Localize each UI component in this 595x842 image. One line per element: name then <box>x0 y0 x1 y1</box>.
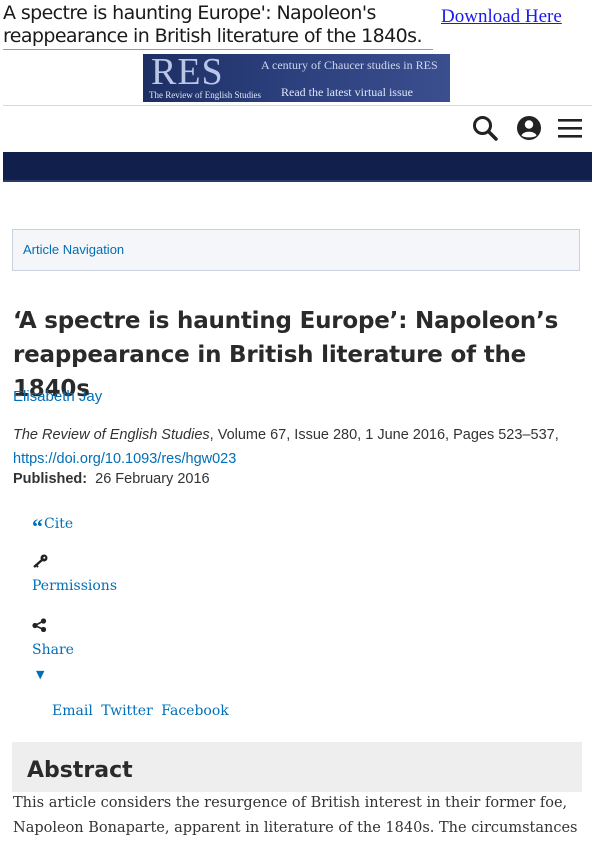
published-label: Published: <box>13 471 88 487</box>
permissions-button[interactable]: Permissions <box>32 578 117 594</box>
doi-link[interactable]: https://doi.org/10.1093/res/hgw023 <box>13 451 236 467</box>
share-email-link[interactable]: Email <box>52 703 93 719</box>
share-button[interactable]: Share <box>32 642 74 658</box>
menu-icon[interactable] <box>556 114 584 142</box>
share-facebook-link[interactable]: Facebook <box>161 703 229 719</box>
quote-icon: “ <box>32 514 43 539</box>
article-navigation-label: Article Navigation <box>23 242 125 257</box>
share-twitter-link[interactable]: Twitter <box>101 703 153 719</box>
banner-headline: A century of Chaucer studies in RES <box>261 58 438 72</box>
share-dropdown-caret[interactable]: ▼ <box>36 668 44 681</box>
search-icon[interactable] <box>471 114 499 142</box>
article-navigation[interactable]: Article Navigation <box>12 229 580 271</box>
key-icon <box>32 554 48 572</box>
banner-logo: RES <box>151 51 224 93</box>
download-link[interactable]: Download Here <box>441 6 562 28</box>
citation: The Review of English Studies, Volume 67… <box>13 423 588 471</box>
document-title: A spectre is haunting Europe': Napoleon'… <box>3 2 433 50</box>
abstract-header: Abstract <box>12 742 582 792</box>
account-icon[interactable] <box>515 114 543 142</box>
published-value: 26 February 2016 <box>95 471 210 487</box>
cite-label: Cite <box>44 516 74 532</box>
navigation-strip <box>3 152 592 182</box>
journal-name: The Review of English Studies <box>13 427 210 443</box>
banner-area: RES The Review of English Studies A cent… <box>3 51 592 106</box>
author-link[interactable]: Elisabeth Jay <box>13 388 102 405</box>
site-toolbar <box>3 106 592 150</box>
share-icon <box>32 618 47 636</box>
abstract-text: This article considers the resurgence of… <box>13 795 578 836</box>
abstract-heading: Abstract <box>27 758 133 783</box>
banner-logo-subtitle: The Review of English Studies <box>149 90 261 100</box>
cite-button[interactable]: “Cite <box>32 514 73 540</box>
share-links: Email Twitter Facebook <box>52 703 233 719</box>
journal-banner[interactable]: RES The Review of English Studies A cent… <box>143 51 450 102</box>
download-header: A spectre is haunting Europe': Napoleon'… <box>0 0 595 52</box>
banner-call-to-action: Read the latest virtual issue <box>281 85 413 99</box>
published-date: Published: 26 February 2016 <box>13 471 210 487</box>
citation-details: , Volume 67, Issue 280, 1 June 2016, Pag… <box>209 427 559 443</box>
